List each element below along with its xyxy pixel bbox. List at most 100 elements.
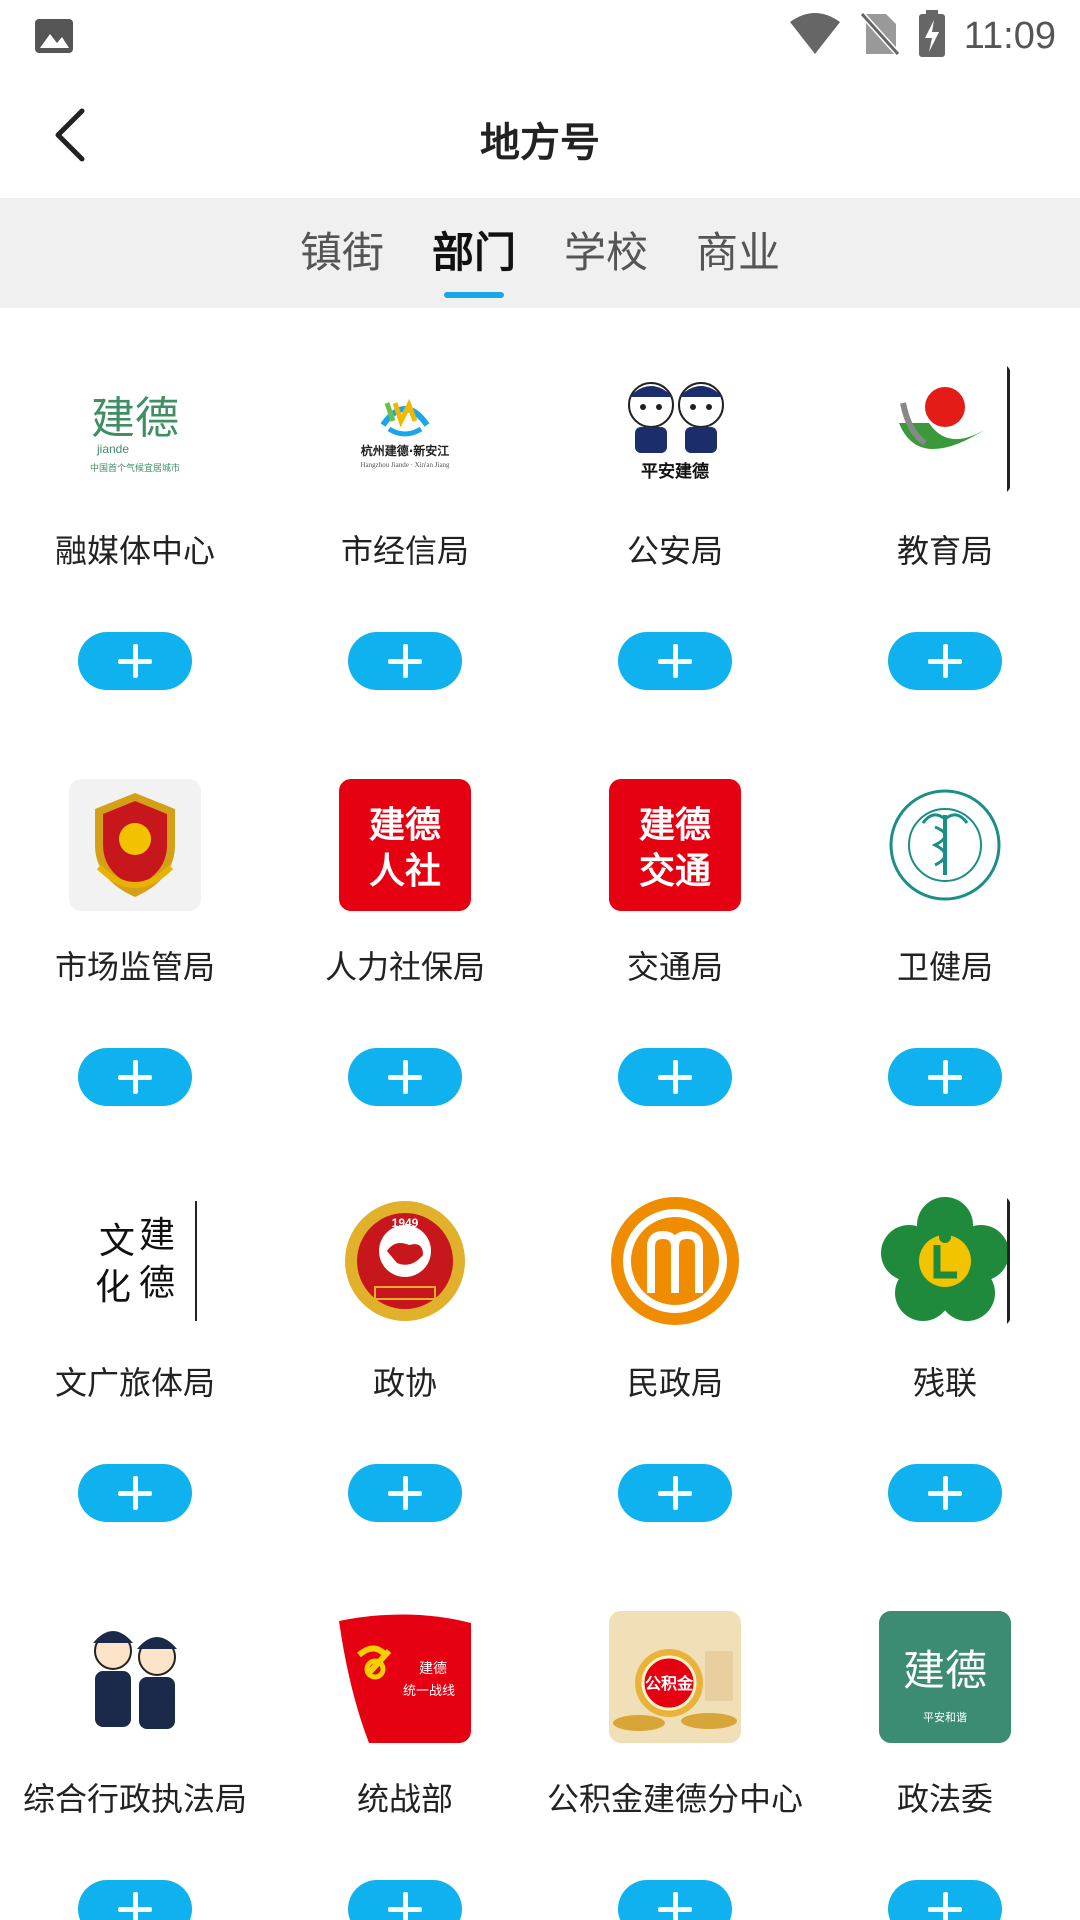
add-button[interactable]: [888, 1464, 1002, 1522]
account-name: 政法委: [896, 1780, 993, 1818]
plus-icon: [118, 1476, 152, 1510]
account-item[interactable]: 建德 交通 交通局: [540, 724, 810, 1140]
add-button[interactable]: [888, 632, 1002, 690]
status-time: 11:09: [963, 14, 1056, 57]
svg-text:公积金: 公积金: [645, 1674, 694, 1693]
account-name: 教育局: [896, 532, 993, 570]
add-button[interactable]: [78, 632, 192, 690]
account-item[interactable]: 公积金 公积金建德分中心: [540, 1556, 810, 1920]
add-button[interactable]: [78, 1464, 192, 1522]
battery-charging-icon: [918, 10, 946, 62]
svg-text:交通: 交通: [639, 850, 711, 892]
plus-icon: [388, 644, 422, 678]
add-button[interactable]: [78, 1048, 192, 1106]
law-enforcement-logo: [69, 1611, 201, 1743]
disabled-federation-logo: [879, 1195, 1011, 1327]
add-button[interactable]: [348, 632, 462, 690]
tab-schools[interactable]: 学校: [562, 198, 650, 308]
svg-text:文: 文: [99, 1221, 135, 1262]
account-name: 公安局: [626, 532, 723, 570]
svg-text:建德: 建德: [369, 805, 441, 846]
svg-text:建德: 建德: [639, 804, 711, 846]
account-name: 民政局: [626, 1364, 723, 1402]
svg-text:1949: 1949: [392, 1216, 419, 1230]
image-icon: [34, 16, 74, 56]
svg-text:Hangzhou Jiande · Xin'an Jiang: Hangzhou Jiande · Xin'an Jiang: [360, 461, 450, 469]
culture-tourism-logo: 文 建 化 德: [69, 1195, 201, 1327]
add-button[interactable]: [618, 1464, 732, 1522]
account-item[interactable]: 综合行政执法局: [0, 1556, 270, 1920]
rongmeiti-logo: 建德 jiande 中国首个气候宜居城市: [69, 363, 201, 495]
svg-text:中国首个气候宜居城市: 中国首个气候宜居城市: [90, 462, 180, 474]
add-button[interactable]: [618, 1048, 732, 1106]
account-name: 卫健局: [896, 948, 993, 986]
account-item[interactable]: 文 建 化 德 文广旅体局: [0, 1140, 270, 1556]
wifi-icon: [788, 12, 842, 60]
plus-icon: [118, 1892, 152, 1920]
housing-fund-logo: 公积金: [609, 1611, 741, 1743]
jingxin-logo: 杭州建德·新安江 Hangzhou Jiande · Xin'an Jiang: [339, 363, 471, 495]
police-logo: 平安建德: [609, 363, 741, 495]
market-regulation-logo: [69, 779, 201, 911]
svg-text:德: 德: [139, 1263, 175, 1304]
svg-text:jiande: jiande: [96, 442, 129, 456]
svg-text:化: 化: [95, 1267, 131, 1308]
account-name: 统战部: [356, 1780, 453, 1818]
account-name: 市经信局: [340, 532, 469, 570]
account-item[interactable]: 建德 人社 人力社保局: [270, 724, 540, 1140]
plus-icon: [928, 1476, 962, 1510]
education-logo: [879, 363, 1011, 495]
civil-affairs-logo: [609, 1195, 741, 1327]
page-title: 地方号: [480, 120, 600, 166]
svg-text:建德: 建德: [91, 393, 179, 444]
tab-towns[interactable]: 镇街: [298, 198, 386, 308]
account-item[interactable]: 建德 jiande 中国首个气候宜居城市 融媒体中心: [0, 308, 270, 724]
add-button[interactable]: [888, 1880, 1002, 1920]
account-item[interactable]: 建德 平安和谐 政法委: [810, 1556, 1080, 1920]
plus-icon: [118, 1060, 152, 1094]
plus-icon: [928, 1060, 962, 1094]
account-name: 公积金建德分中心: [546, 1780, 803, 1818]
account-item[interactable]: 残联: [810, 1140, 1080, 1556]
add-button[interactable]: [888, 1048, 1002, 1106]
plus-icon: [388, 1892, 422, 1920]
tab-business[interactable]: 商业: [694, 198, 782, 308]
tab-departments[interactable]: 部门: [430, 198, 518, 308]
hr-social-logo: 建德 人社: [339, 779, 471, 911]
status-bar: 11:09: [0, 0, 1080, 72]
svg-text:建: 建: [139, 1215, 175, 1256]
plus-icon: [388, 1476, 422, 1510]
political-legal-logo: 建德 平安和谐: [879, 1611, 1011, 1743]
transport-logo: 建德 交通: [609, 779, 741, 911]
add-button[interactable]: [618, 632, 732, 690]
account-name: 政协: [372, 1364, 437, 1402]
plus-icon: [928, 644, 962, 678]
svg-text:建德: 建德: [419, 1661, 447, 1677]
add-button[interactable]: [78, 1880, 192, 1920]
account-item[interactable]: 建德 统一战线 统战部: [270, 1556, 540, 1920]
plus-icon: [928, 1892, 962, 1920]
account-item[interactable]: 教育局: [810, 308, 1080, 724]
account-name: 人力社保局: [324, 948, 485, 986]
add-button[interactable]: [618, 1880, 732, 1920]
account-item[interactable]: 1949 政协: [270, 1140, 540, 1556]
account-item[interactable]: 卫健局: [810, 724, 1080, 1140]
plus-icon: [658, 644, 692, 678]
add-button[interactable]: [348, 1880, 462, 1920]
plus-icon: [388, 1060, 422, 1094]
svg-text:建德: 建德: [903, 1646, 987, 1695]
plus-icon: [118, 644, 152, 678]
account-item[interactable]: 民政局: [540, 1140, 810, 1556]
svg-text:平安和谐: 平安和谐: [923, 1710, 967, 1724]
add-button[interactable]: [348, 1048, 462, 1106]
account-item[interactable]: 平安建德 公安局: [540, 308, 810, 724]
title-bar: 地方号: [0, 72, 1080, 198]
account-name: 融媒体中心: [54, 532, 215, 570]
plus-icon: [658, 1476, 692, 1510]
account-item[interactable]: 杭州建德·新安江 Hangzhou Jiande · Xin'an Jiang …: [270, 308, 540, 724]
account-name: 交通局: [626, 948, 723, 986]
add-button[interactable]: [348, 1464, 462, 1522]
svg-text:杭州建德·新安江: 杭州建德·新安江: [361, 443, 450, 458]
svg-text:平安建德: 平安建德: [641, 461, 709, 482]
account-item[interactable]: 市场监管局: [0, 724, 270, 1140]
